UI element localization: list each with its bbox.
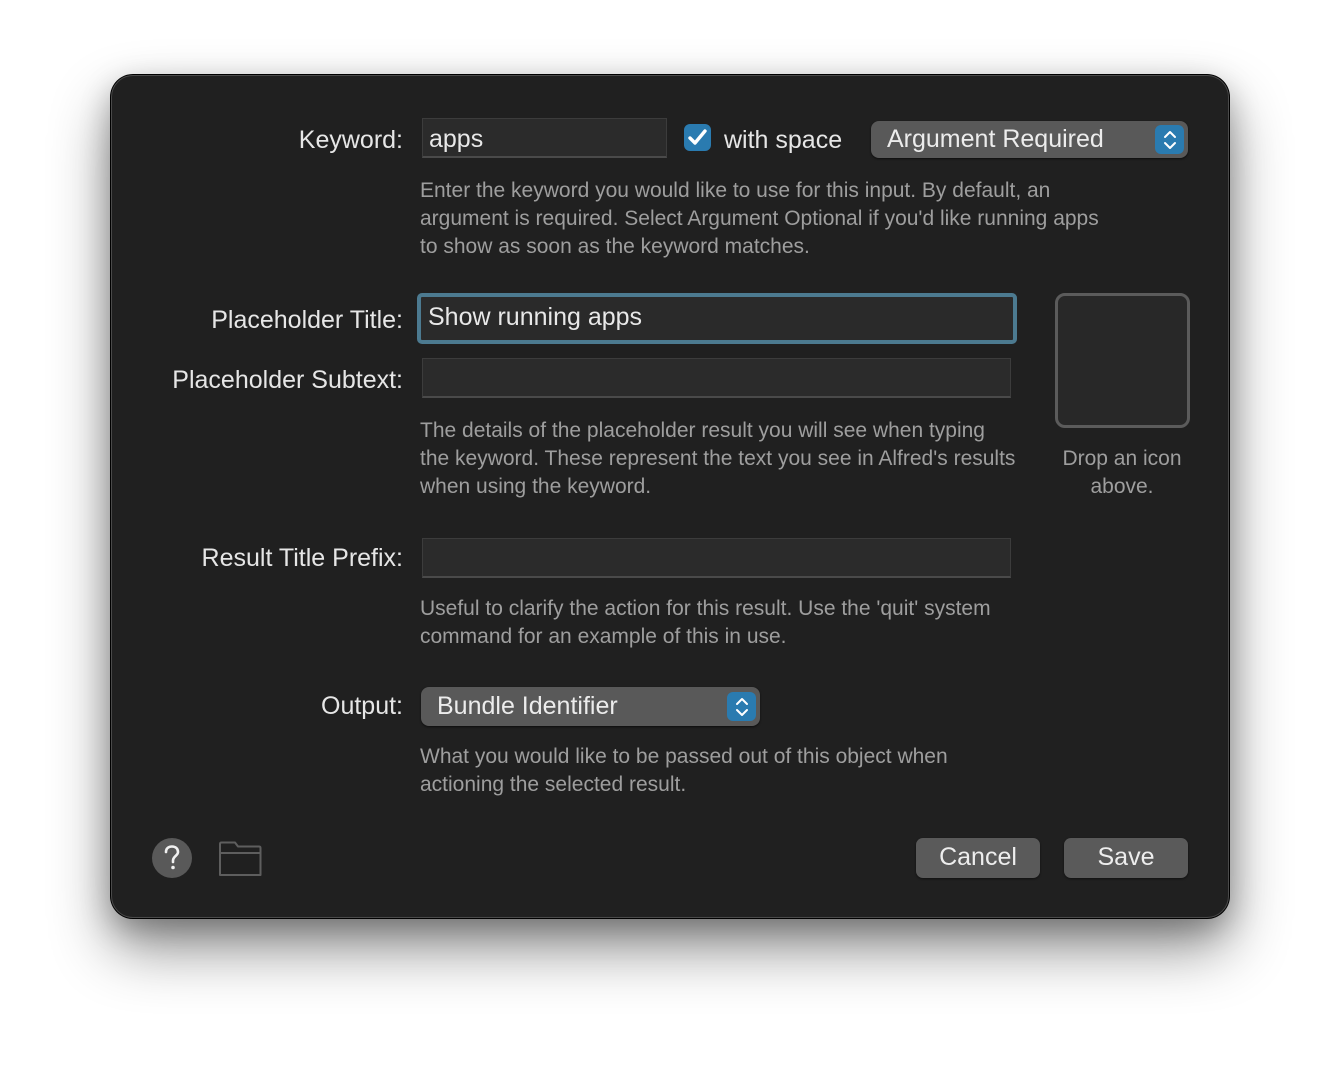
output-popup[interactable]: Bundle Identifier — [421, 687, 760, 726]
placeholder-title-label: Placeholder Title: — [211, 306, 403, 334]
with-space-checkbox[interactable] — [684, 124, 711, 151]
help-button[interactable] — [152, 838, 192, 878]
output-label: Output: — [321, 692, 403, 720]
with-space-label[interactable]: with space — [724, 126, 842, 155]
save-button[interactable]: Save — [1064, 838, 1188, 878]
placeholder-help-text: The details of the placeholder result yo… — [420, 419, 1016, 498]
result-title-prefix-help-text: Useful to clarify the action for this re… — [420, 597, 991, 648]
folder-icon — [219, 841, 262, 876]
cancel-button[interactable]: Cancel — [916, 838, 1040, 878]
output-value: Bundle Identifier — [437, 692, 618, 720]
keyword-help-text: Enter the keyword you would like to use … — [420, 179, 1099, 258]
placeholder-title-field[interactable]: Show running apps — [417, 293, 1017, 344]
question-mark-icon — [164, 845, 180, 870]
output-help-text: What you would like to be passed out of … — [420, 745, 948, 796]
placeholder-subtext-label: Placeholder Subtext: — [172, 366, 403, 394]
argument-mode-popup[interactable]: Argument Required — [871, 121, 1188, 158]
up-down-chevron-icon — [1155, 125, 1184, 154]
open-folder-button[interactable] — [218, 841, 262, 882]
result-title-prefix-label: Result Title Prefix: — [201, 544, 403, 572]
argument-mode-value: Argument Required — [887, 125, 1104, 153]
icon-drop-well[interactable] — [1055, 293, 1190, 428]
keyword-field[interactable]: apps — [422, 118, 667, 158]
keyword-input-dialog: Keyword: apps with space Argument Requir… — [111, 75, 1229, 918]
icon-well-caption: Drop an icon above. — [1062, 447, 1182, 498]
up-down-chevron-icon — [727, 692, 756, 721]
keyword-label: Keyword: — [298, 126, 403, 154]
placeholder-subtext-field[interactable] — [422, 358, 1011, 398]
checkmark-icon — [688, 129, 707, 145]
result-title-prefix-field[interactable] — [422, 538, 1011, 578]
